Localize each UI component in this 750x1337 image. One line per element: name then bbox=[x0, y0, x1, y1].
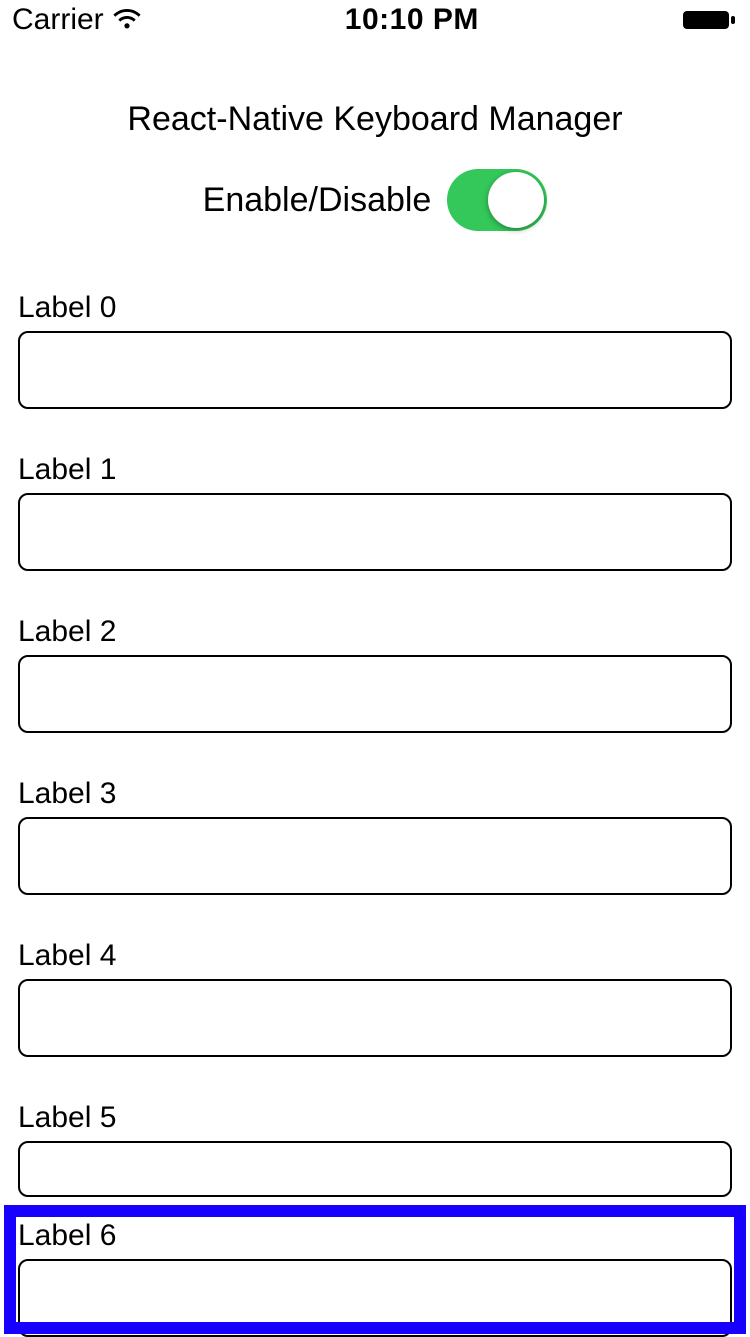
field-label: Label 1 bbox=[18, 453, 732, 487]
field-input-5[interactable] bbox=[18, 1141, 732, 1197]
field-label: Label 2 bbox=[18, 615, 732, 649]
field-input-2[interactable] bbox=[18, 655, 732, 733]
status-time: 10:10 PM bbox=[345, 3, 479, 37]
field-label: Label 3 bbox=[18, 777, 732, 811]
field-input-0[interactable] bbox=[18, 331, 732, 409]
form: Label 0 Label 1 Label 2 Label 3 Label 4 … bbox=[0, 291, 750, 1337]
field-label: Label 6 bbox=[18, 1219, 732, 1253]
field-4: Label 4 bbox=[18, 939, 732, 1057]
status-right bbox=[682, 8, 738, 32]
field-input-4[interactable] bbox=[18, 979, 732, 1057]
field-input-1[interactable] bbox=[18, 493, 732, 571]
field-input-6[interactable] bbox=[18, 1259, 732, 1337]
field-2: Label 2 bbox=[18, 615, 732, 733]
field-label: Label 4 bbox=[18, 939, 732, 973]
field-input-3[interactable] bbox=[18, 817, 732, 895]
toggle-row: Enable/Disable bbox=[0, 169, 750, 231]
field-5: Label 5 bbox=[18, 1101, 732, 1197]
wifi-icon bbox=[112, 8, 142, 32]
toggle-label: Enable/Disable bbox=[203, 181, 432, 220]
status-left: Carrier bbox=[12, 3, 142, 37]
enable-toggle[interactable] bbox=[447, 169, 547, 231]
field-label: Label 0 bbox=[18, 291, 732, 325]
toggle-knob bbox=[488, 172, 544, 228]
field-label: Label 5 bbox=[18, 1101, 732, 1135]
field-3: Label 3 bbox=[18, 777, 732, 895]
header: React-Native Keyboard Manager Enable/Dis… bbox=[0, 100, 750, 231]
field-0: Label 0 bbox=[18, 291, 732, 409]
field-6: Label 6 bbox=[18, 1219, 732, 1337]
status-bar: Carrier 10:10 PM bbox=[0, 0, 750, 40]
field-1: Label 1 bbox=[18, 453, 732, 571]
carrier-label: Carrier bbox=[12, 3, 104, 37]
page-title: React-Native Keyboard Manager bbox=[0, 100, 750, 139]
battery-icon bbox=[682, 8, 738, 32]
